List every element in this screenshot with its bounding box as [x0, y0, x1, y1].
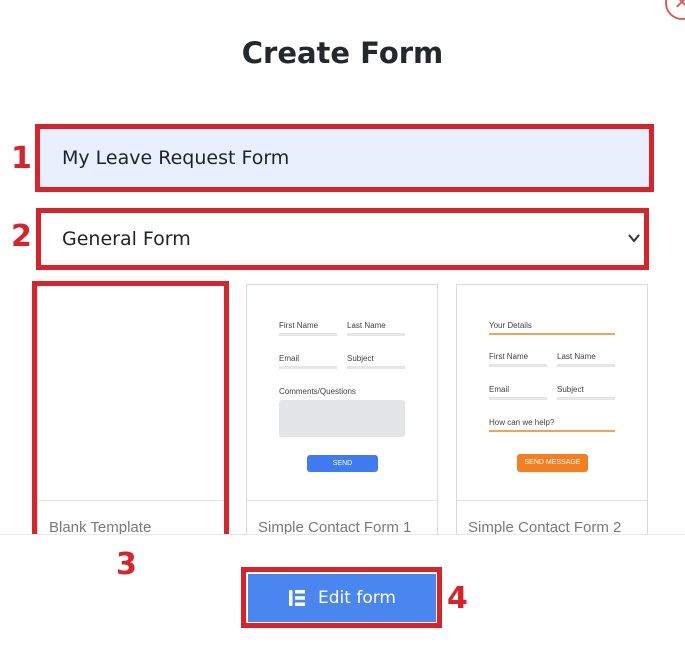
preview-field-line	[347, 366, 405, 369]
preview-first-name: First Name	[279, 321, 319, 330]
preview-last-name: Last Name	[347, 321, 386, 330]
preview-subject: Subject	[347, 354, 374, 363]
preview-help: How can we help?	[489, 418, 555, 427]
dialog-title: Create Form	[241, 36, 444, 70]
preview-your-details: Your Details	[489, 321, 532, 330]
preview-email: Email	[489, 385, 510, 394]
template-card-contact-2[interactable]: Your Details First Name Last Name Email …	[456, 284, 648, 539]
preview-field-line	[347, 333, 405, 336]
template-card-contact-1[interactable]: First Name Last Name Email Subject Comme…	[246, 284, 438, 539]
preview-field-line	[279, 366, 337, 369]
preview-comments: Comments/Questions	[279, 387, 356, 396]
preview-field-line	[489, 397, 547, 400]
template-preview-contact-1: First Name Last Name Email Subject Comme…	[247, 285, 437, 501]
highlight-box-2	[36, 208, 649, 270]
preview-subject: Subject	[557, 385, 584, 394]
preview-send-message-button: SEND MESSAGE	[517, 454, 588, 472]
annotation-2: 2	[11, 219, 32, 254]
preview-first-name: First Name	[489, 352, 529, 361]
preview-email: Email	[279, 354, 300, 363]
preview-help-line	[489, 430, 615, 432]
preview-field-line	[557, 364, 615, 367]
annotation-1: 1	[11, 141, 32, 176]
annotation-3: 3	[116, 547, 137, 582]
close-icon[interactable]: ✕	[665, 0, 685, 20]
preview-field-line	[557, 397, 615, 400]
preview-field-line	[489, 364, 547, 367]
highlight-box-3	[32, 281, 229, 541]
highlight-box-1	[35, 124, 654, 192]
template-preview-contact-2: Your Details First Name Last Name Email …	[457, 285, 647, 501]
preview-last-name: Last Name	[557, 352, 596, 361]
preview-send-button: SEND	[307, 455, 378, 472]
preview-section-line	[489, 333, 615, 335]
highlight-box-4	[241, 567, 442, 628]
annotation-4: 4	[447, 581, 468, 616]
preview-textarea	[279, 400, 405, 437]
preview-field-line	[279, 333, 337, 336]
